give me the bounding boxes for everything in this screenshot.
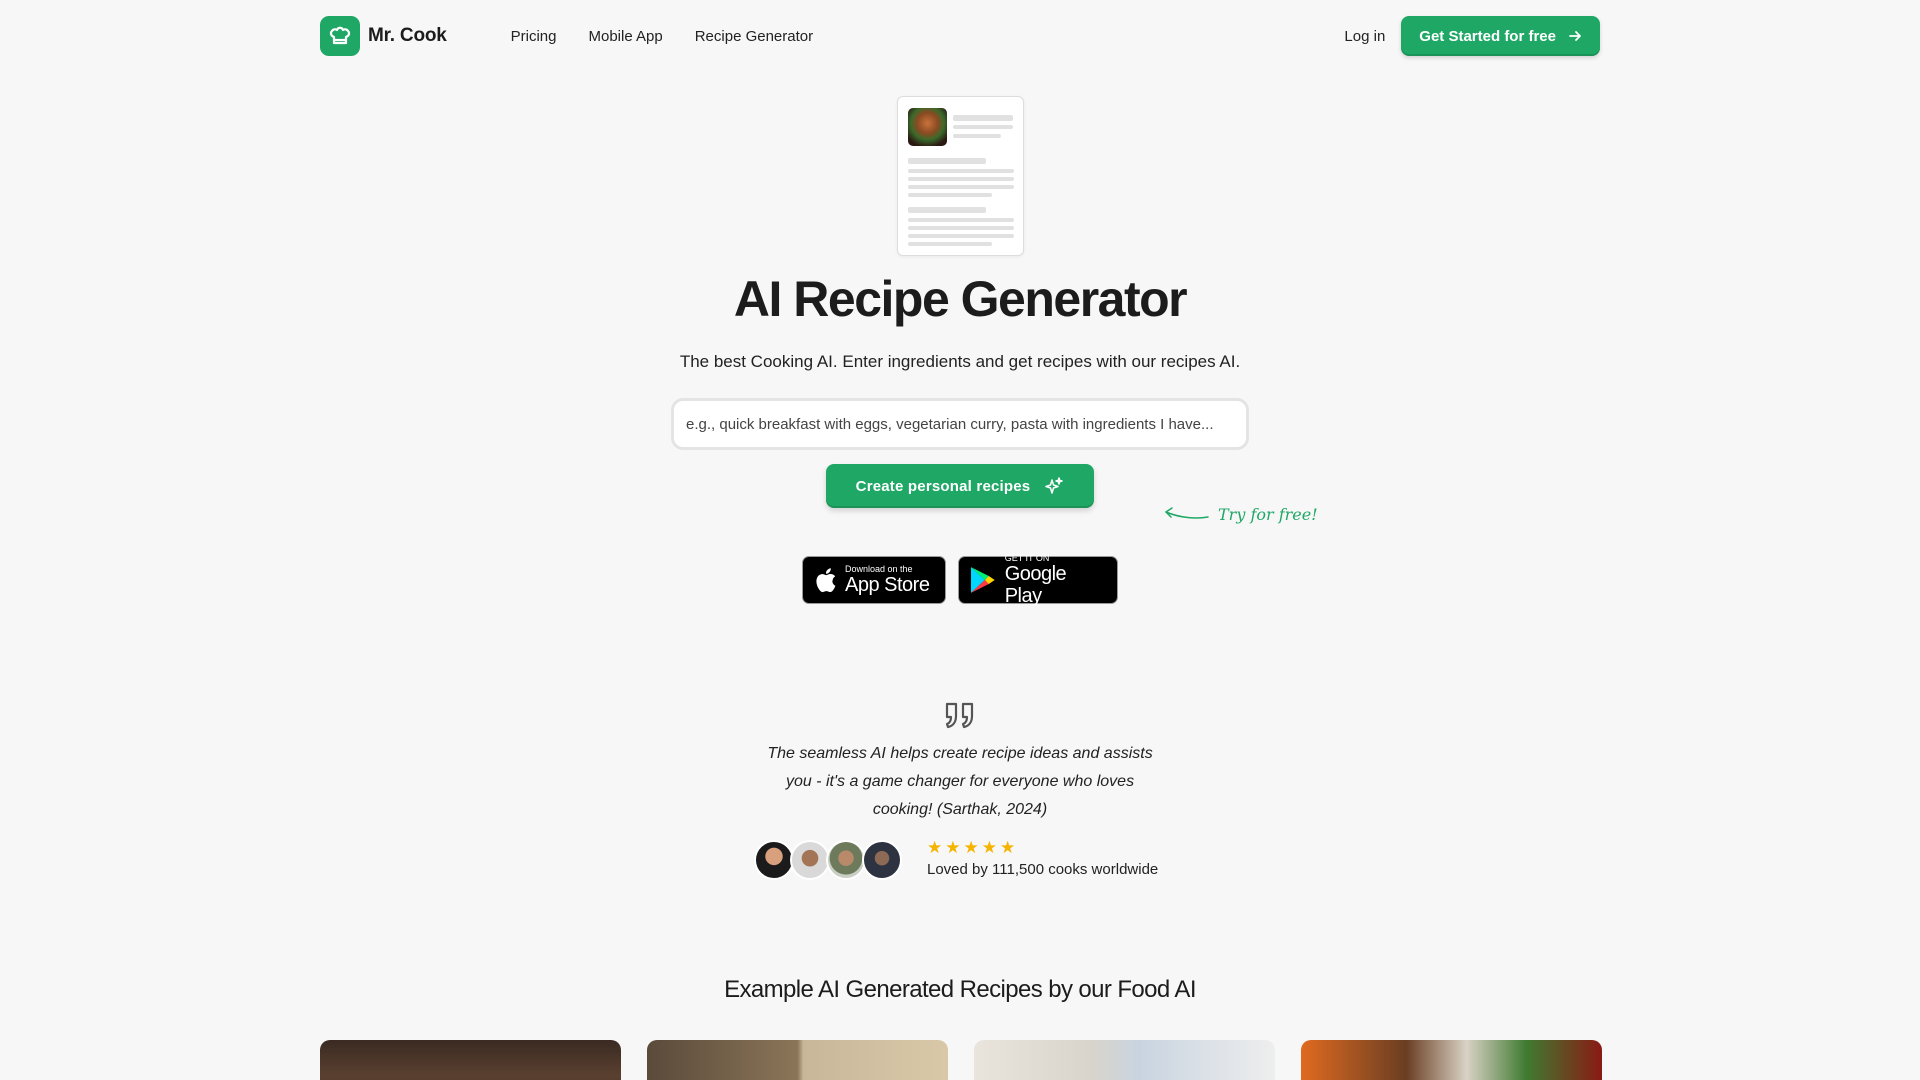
get-started-button[interactable]: Get Started for free xyxy=(1401,16,1600,56)
chef-hat-icon xyxy=(320,16,360,56)
google-play-big-text: Google Play xyxy=(1004,563,1067,607)
google-play-badge[interactable]: GET IT ON Google Play xyxy=(958,553,1118,607)
avatar xyxy=(754,840,794,880)
quote-icon xyxy=(945,702,974,729)
recipe-card[interactable] xyxy=(1301,1040,1602,1080)
rating-stars: ★ ★ ★ ★ ★ xyxy=(927,838,1015,858)
create-recipes-button[interactable]: Create personal recipes xyxy=(826,464,1094,508)
app-store-badge[interactable]: Download on the App Store xyxy=(802,556,946,604)
login-link[interactable]: Log in xyxy=(1344,28,1385,45)
user-avatars xyxy=(754,840,902,880)
sparkles-icon xyxy=(1045,477,1064,494)
avatar xyxy=(826,840,866,880)
example-recipe-cards xyxy=(320,1040,1602,1080)
app-store-big-text: App Store xyxy=(845,574,930,596)
examples-section-title: Example AI Generated Recipes by our Food… xyxy=(724,976,1196,1003)
star-icon: ★ xyxy=(927,838,943,857)
curved-arrow-icon xyxy=(1165,507,1209,519)
recipe-card[interactable] xyxy=(647,1040,948,1080)
google-play-small-text: GET IT ON xyxy=(1004,553,1050,563)
recipe-search-box xyxy=(671,398,1249,450)
google-play-icon xyxy=(970,567,995,593)
recipe-document-illustration xyxy=(897,96,1024,256)
apple-icon xyxy=(816,568,836,593)
create-recipes-label: Create personal recipes xyxy=(855,477,1031,495)
nav-link-pricing[interactable]: Pricing xyxy=(511,28,557,45)
top-nav: Mr. Cook Pricing Mobile App Recipe Gener… xyxy=(320,16,1600,56)
nav-link-mobile-app[interactable]: Mobile App xyxy=(589,28,663,45)
nav-link-recipe-generator[interactable]: Recipe Generator xyxy=(695,28,813,45)
avatar xyxy=(862,840,902,880)
try-for-free-note: Try for free! xyxy=(1162,504,1318,524)
brand-logo-link[interactable]: Mr. Cook xyxy=(320,16,447,56)
burger-thumbnail xyxy=(908,108,947,146)
star-icon: ★ xyxy=(1000,838,1016,857)
star-icon: ★ xyxy=(963,838,979,857)
arrow-right-icon xyxy=(1569,31,1581,41)
avatar xyxy=(790,840,830,880)
recipe-prompt-input[interactable] xyxy=(686,415,1234,433)
star-icon: ★ xyxy=(981,838,997,857)
app-store-small-text: Download on the xyxy=(845,564,913,574)
try-for-free-text: Try for free! xyxy=(1218,504,1318,524)
recipe-card[interactable] xyxy=(320,1040,621,1080)
hero-subtitle: The best Cooking AI. Enter ingredients a… xyxy=(679,352,1241,371)
recipe-card[interactable] xyxy=(974,1040,1275,1080)
get-started-label: Get Started for free xyxy=(1419,27,1556,45)
star-icon: ★ xyxy=(945,838,961,857)
loved-by-count: Loved by 111,500 cooks worldwide xyxy=(927,861,1159,878)
page-title: AI Recipe Generator xyxy=(733,271,1188,327)
brand-name: Mr. Cook xyxy=(368,25,447,46)
testimonial-quote: The seamless AI helps create recipe idea… xyxy=(767,745,1153,818)
